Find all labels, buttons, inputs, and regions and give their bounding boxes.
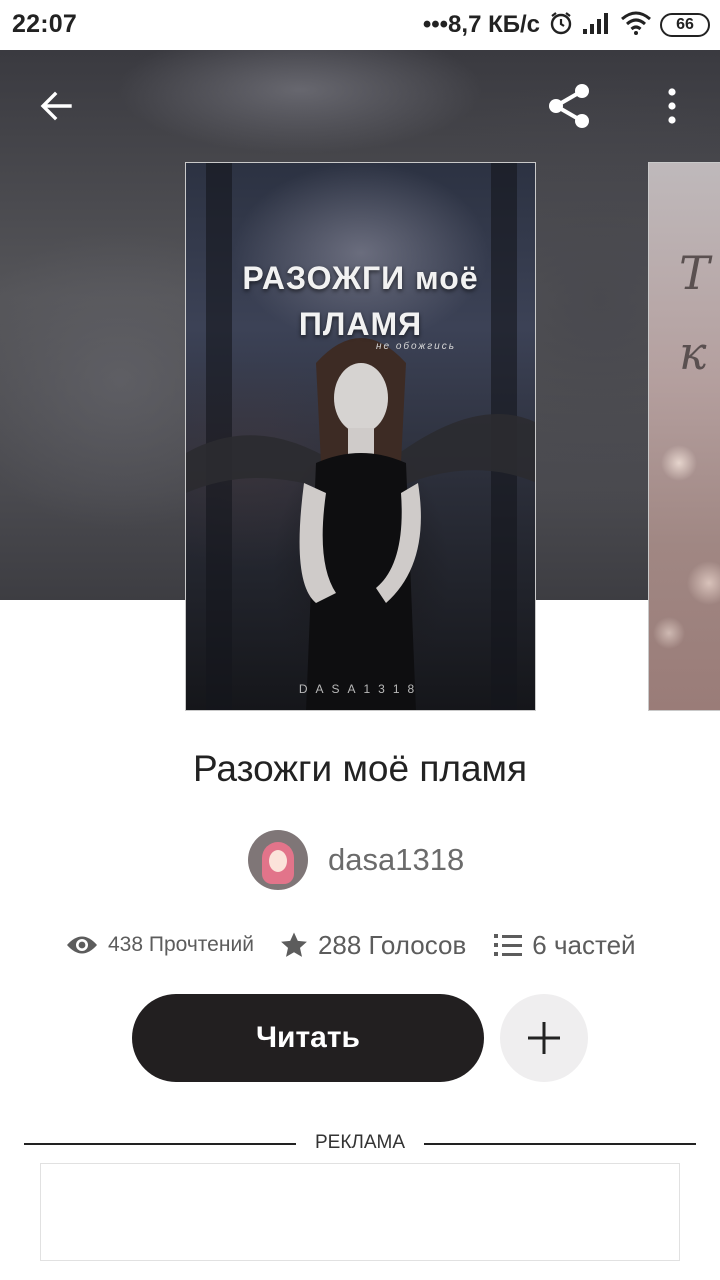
views-count: 438 Прочтений [108, 933, 254, 956]
status-indicators: •••8,7 КБ/с 66 [423, 8, 710, 42]
more-vertical-icon [668, 88, 676, 124]
avatar-face [269, 850, 287, 872]
cover-title-line1: РАЗОЖГИ моё [242, 260, 479, 296]
next-cover-text-line2: к [679, 326, 707, 380]
read-button[interactable]: Читать [132, 994, 484, 1082]
stat-parts: 6 частей [494, 929, 636, 961]
star-icon [281, 932, 307, 957]
cover-subtitle: не обожгись [376, 341, 457, 352]
stat-views: 438 Прочтений [66, 933, 254, 957]
story-details-screen: 22:07 •••8,7 КБ/с 66 РАЗОЖГИ моё ПЛАМЯ н… [0, 0, 720, 1280]
list-icon [494, 934, 523, 956]
author-link[interactable]: dasa1318 [248, 830, 464, 890]
ad-line-right [424, 1143, 696, 1145]
cover-title-line2: ПЛАМЯ [298, 306, 423, 342]
ad-divider: РЕКЛАМА [24, 1130, 696, 1156]
votes-count: 288 Голосов [317, 929, 467, 960]
share-icon [549, 84, 589, 128]
net-speed: •••8,7 КБ/с [422, 11, 540, 38]
arrow-left-icon [40, 91, 72, 121]
status-time: 22:07 [12, 10, 77, 38]
back-button[interactable] [34, 84, 78, 128]
cover-illustration [186, 163, 535, 710]
next-cover-text-line1: Т [679, 246, 710, 300]
more-button[interactable] [650, 84, 694, 128]
next-cover-text: Т к [679, 233, 710, 393]
stat-votes: 288 Голосов [280, 930, 466, 961]
book-title: Разожги моё пламя [192, 748, 528, 789]
status-bar: 22:07 •••8,7 КБ/с 66 [0, 0, 720, 50]
eye-icon [67, 936, 97, 954]
cover-title: РАЗОЖГИ моё ПЛАМЯ [186, 255, 535, 347]
author-name[interactable]: dasa1318 [328, 842, 464, 878]
book-cover[interactable]: РАЗОЖГИ моё ПЛАМЯ не обожгись DASA1318 [185, 162, 536, 711]
signal-icon [582, 11, 612, 40]
next-book-cover[interactable]: Т к [648, 162, 720, 711]
cover-author: DASA1318 [298, 682, 423, 696]
parts-count: 6 частей [532, 929, 636, 960]
avatar[interactable] [248, 830, 308, 890]
wifi-icon [620, 11, 652, 40]
stats-row: 438 Прочтений 288 Голосов 6 частей [66, 922, 636, 968]
share-button[interactable] [544, 84, 594, 128]
battery-icon: 66 [660, 13, 710, 37]
plus-icon [528, 1022, 560, 1054]
add-to-library-button[interactable] [500, 994, 588, 1082]
ad-banner[interactable] [40, 1163, 680, 1261]
alarm-icon [548, 10, 574, 41]
